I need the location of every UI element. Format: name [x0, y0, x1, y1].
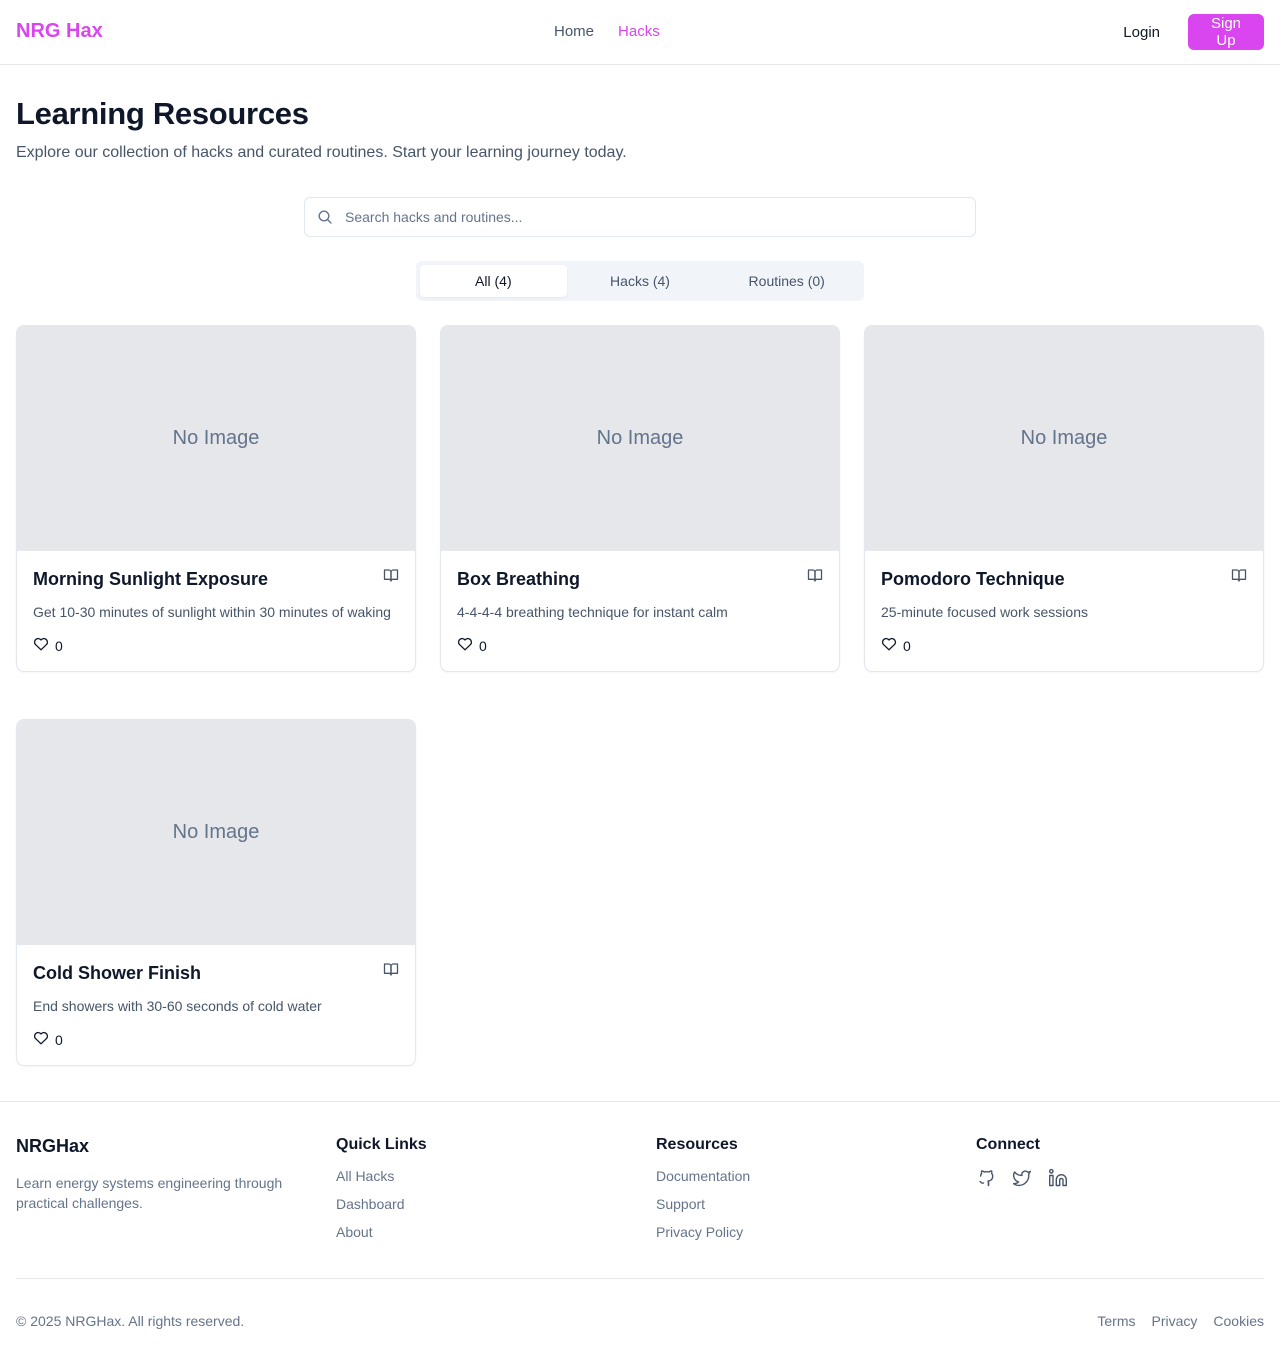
nav-hacks-link[interactable]: Hacks	[618, 23, 660, 40]
tab-routines[interactable]: Routines (0)	[713, 265, 860, 297]
page-title: Learning Resources	[16, 96, 309, 131]
card-description: End showers with 30-60 seconds of cold w…	[33, 998, 322, 1014]
footer-heading: Quick Links	[336, 1136, 427, 1153]
card-image-placeholder: No Image	[865, 326, 1263, 551]
card-body: Box Breathing 4-4-4-4 breathing techniqu…	[441, 551, 839, 671]
hack-card[interactable]: No Image Cold Shower Finish End showers …	[16, 719, 416, 1066]
card-body: Cold Shower Finish End showers with 30-6…	[17, 945, 415, 1065]
page-subtitle: Explore our collection of hacks and cura…	[16, 144, 627, 161]
nav-home-link[interactable]: Home	[554, 23, 594, 40]
site-footer: NRGHax Learn energy systems engineering …	[0, 1101, 1280, 1363]
card-title[interactable]: Morning Sunlight Exposure	[33, 569, 399, 590]
card-image-placeholder: No Image	[17, 720, 415, 945]
card-description: Get 10-30 minutes of sunlight within 30 …	[33, 604, 391, 620]
tab-hacks[interactable]: Hacks (4)	[567, 265, 714, 297]
twitter-icon[interactable]	[1012, 1168, 1032, 1188]
book-open-icon	[807, 567, 823, 583]
like-count: 0	[903, 637, 911, 654]
like-count: 0	[479, 637, 487, 654]
like-count: 0	[55, 1031, 63, 1048]
card-description: 25-minute focused work sessions	[881, 604, 1088, 620]
like-button[interactable]: 0	[881, 636, 1247, 655]
github-icon[interactable]	[976, 1168, 996, 1188]
footer-link-all-hacks[interactable]: All Hacks	[336, 1168, 394, 1184]
hack-card[interactable]: No Image Morning Sunlight Exposure Get 1…	[16, 325, 416, 672]
footer-connect: Connect	[976, 1136, 1068, 1188]
filter-tabs: All (4) Hacks (4) Routines (0)	[416, 261, 864, 301]
legal-link-cookies[interactable]: Cookies	[1213, 1313, 1264, 1329]
main-nav: Home Hacks	[554, 23, 660, 40]
legal-link-privacy[interactable]: Privacy	[1152, 1313, 1198, 1329]
site-logo[interactable]: NRG Hax	[16, 20, 103, 43]
footer-link-dashboard[interactable]: Dashboard	[336, 1196, 405, 1212]
hack-card[interactable]: No Image Pomodoro Technique 25-minute fo…	[864, 325, 1264, 672]
card-image-placeholder: No Image	[17, 326, 415, 551]
footer-quick-links: Quick Links All Hacks Dashboard About	[336, 1136, 427, 1252]
legal-link-terms[interactable]: Terms	[1097, 1313, 1135, 1329]
hack-card[interactable]: No Image Box Breathing 4-4-4-4 breathing…	[440, 325, 840, 672]
footer-link-privacy-policy[interactable]: Privacy Policy	[656, 1224, 743, 1240]
search-bar	[304, 197, 976, 237]
legal-links: Terms Privacy Cookies	[1097, 1313, 1264, 1329]
footer-brand-column: NRGHax Learn energy systems engineering …	[16, 1136, 316, 1213]
search-input[interactable]	[305, 198, 975, 236]
social-links	[976, 1168, 1068, 1188]
copyright-text: © 2025 NRGHax. All rights reserved.	[16, 1313, 245, 1329]
heart-icon	[881, 636, 897, 655]
like-button[interactable]: 0	[33, 636, 399, 655]
heart-icon	[457, 636, 473, 655]
card-title[interactable]: Cold Shower Finish	[33, 963, 399, 984]
like-count: 0	[55, 637, 63, 654]
book-open-icon	[383, 567, 399, 583]
book-open-icon	[1231, 567, 1247, 583]
heart-icon	[33, 1030, 49, 1049]
card-body: Morning Sunlight Exposure Get 10-30 minu…	[17, 551, 415, 671]
like-button[interactable]: 0	[457, 636, 823, 655]
footer-resources: Resources Documentation Support Privacy …	[656, 1136, 750, 1252]
footer-link-documentation[interactable]: Documentation	[656, 1168, 750, 1184]
linkedin-icon[interactable]	[1048, 1168, 1068, 1188]
search-icon	[317, 209, 333, 225]
footer-link-about[interactable]: About	[336, 1224, 373, 1240]
card-title[interactable]: Box Breathing	[457, 569, 823, 590]
signup-button[interactable]: Sign Up	[1188, 14, 1264, 50]
footer-tagline: Learn energy systems engineering through…	[16, 1175, 283, 1211]
site-header: NRG Hax Home Hacks Login Sign Up	[0, 0, 1280, 65]
book-open-icon	[383, 961, 399, 977]
heart-icon	[33, 636, 49, 655]
tab-all[interactable]: All (4)	[420, 265, 567, 297]
card-image-placeholder: No Image	[441, 326, 839, 551]
footer-link-support[interactable]: Support	[656, 1196, 705, 1212]
card-body: Pomodoro Technique 25-minute focused wor…	[865, 551, 1263, 671]
footer-heading: Resources	[656, 1136, 738, 1153]
header-actions: Login Sign Up	[1107, 14, 1264, 50]
card-description: 4-4-4-4 breathing technique for instant …	[457, 604, 728, 620]
like-button[interactable]: 0	[33, 1030, 399, 1049]
footer-divider	[16, 1278, 1264, 1279]
footer-heading: Connect	[976, 1136, 1040, 1153]
login-button[interactable]: Login	[1107, 16, 1176, 49]
footer-brand: NRGHax	[16, 1136, 90, 1156]
card-title[interactable]: Pomodoro Technique	[881, 569, 1247, 590]
